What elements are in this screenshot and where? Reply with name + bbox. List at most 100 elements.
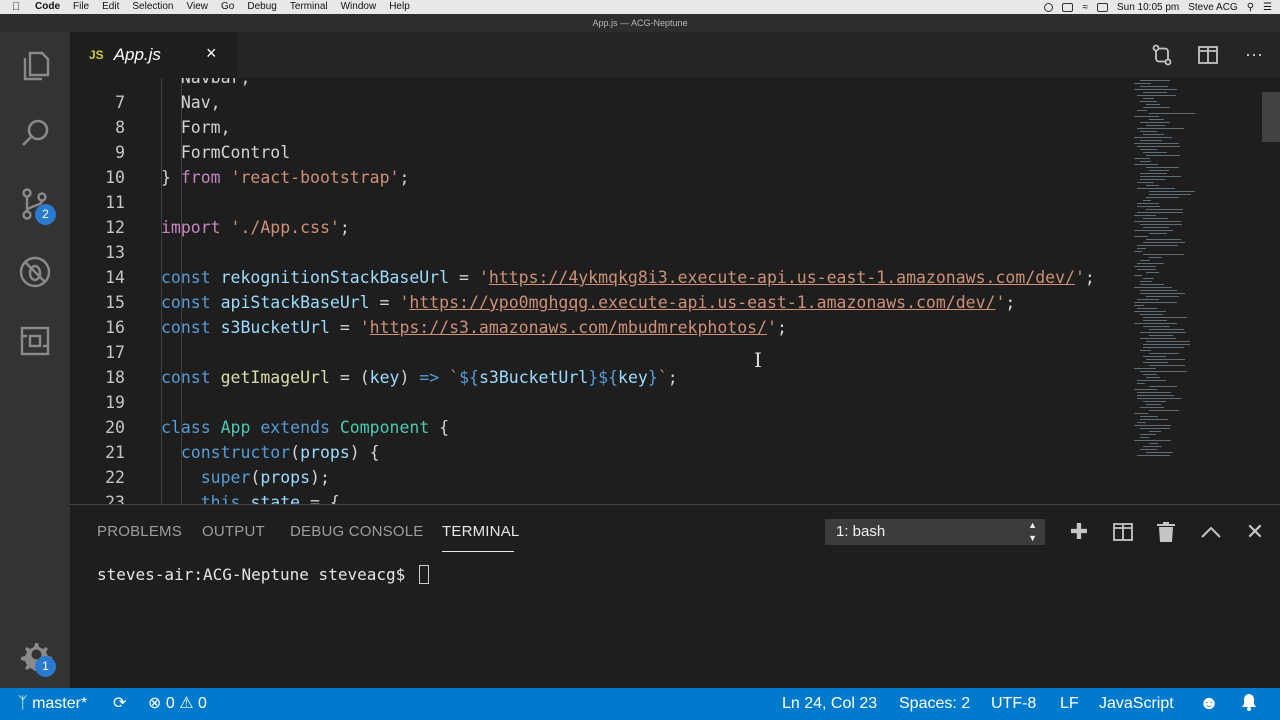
code-line[interactable]: 9 FormControl [70, 140, 1130, 165]
code-token: Nav, [161, 93, 221, 112]
eol-status[interactable]: LF [1060, 688, 1079, 720]
code-line[interactable]: 8 Form, [70, 115, 1130, 140]
minimap-line [1146, 239, 1181, 240]
code-token: 'react-bootstrap' [230, 168, 400, 187]
minimap-line [1134, 230, 1173, 231]
minimap-line [1149, 365, 1185, 366]
problems-status[interactable]: ⊗ 0 ⚠ 0 [148, 688, 207, 720]
code-line[interactable]: 23 this.state = { [70, 490, 1130, 504]
files-icon[interactable] [14, 45, 56, 87]
minimap-line [1146, 272, 1159, 273]
language-mode[interactable]: JavaScript [1099, 688, 1174, 720]
minimap-line [1134, 275, 1142, 276]
close-panel-icon[interactable]: ✕ [1242, 519, 1268, 545]
code-line[interactable]: 19 [70, 390, 1130, 415]
search-icon[interactable] [14, 113, 56, 155]
creative-cloud-icon[interactable] [1044, 2, 1054, 12]
code-token: App [220, 418, 251, 437]
split-editor-icon[interactable] [1196, 43, 1220, 67]
code-line[interactable]: 13 [70, 240, 1130, 265]
open-changes-icon[interactable] [1150, 43, 1174, 67]
spotlight-search-icon[interactable]: ⚲ [1247, 2, 1254, 13]
code-line[interactable]: 17 [70, 340, 1130, 365]
indentation-status[interactable]: Spaces: 2 [899, 688, 970, 720]
tab-terminal[interactable]: TERMINAL [442, 523, 519, 540]
code-line[interactable]: 12 import './App.css'; [70, 215, 1130, 240]
menu-debug[interactable]: Debug [247, 0, 276, 14]
battery-icon[interactable] [1096, 2, 1108, 12]
line-number: 11 [105, 193, 125, 212]
extensions-icon[interactable] [14, 320, 56, 362]
minimap-line [1143, 356, 1166, 357]
code-line[interactable]: 15 const apiStackBaseUrl = 'https://ypo0m… [70, 290, 1130, 315]
tab-debug-console[interactable]: DEBUG CONSOLE [290, 523, 423, 540]
code-line[interactable]: 14 const rekognitionStackBaseUrl = 'https… [70, 265, 1130, 290]
code-editor[interactable]: Navbar,7 Nav,8 Form,9 FormControl10} fro… [70, 78, 1280, 504]
code-line[interactable]: 11 [70, 190, 1130, 215]
line-code: const rekognitionStackBaseUrl = 'https:/… [161, 265, 1095, 290]
cursor-position[interactable]: Ln 24, Col 23 [782, 688, 877, 720]
menu-view[interactable]: View [187, 0, 209, 14]
apple-logo-icon[interactable]:  [12, 0, 26, 14]
minimap-line [1143, 347, 1184, 348]
menu-edit[interactable]: Edit [102, 0, 119, 14]
code-line[interactable]: 10} from 'react-bootstrap'; [70, 165, 1130, 190]
wifi-icon[interactable]: ≈ [1082, 2, 1088, 13]
minimap-line [1134, 311, 1166, 312]
minimap[interactable] [1130, 78, 1260, 504]
notification-center-icon[interactable]: ☰ [1263, 2, 1272, 13]
menu-code[interactable]: Code [35, 0, 60, 14]
feedback-smiley-icon[interactable]: ☻ [1199, 688, 1219, 720]
menu-help[interactable]: Help [389, 0, 410, 14]
tab-output[interactable]: OUTPUT [202, 523, 265, 540]
editor-scrollbar[interactable] [1262, 92, 1280, 142]
code-token: const [161, 368, 211, 387]
minimap-line [1140, 350, 1151, 351]
code-token: ( [290, 443, 301, 462]
notifications-bell-icon[interactable] [1240, 688, 1258, 720]
code-line[interactable]: 18 const getImageUrl = (key) => `${s3Buck… [70, 365, 1130, 390]
terminal-select[interactable]: 1: bash ▲ ▼ [825, 519, 1045, 545]
code-line[interactable]: 7 Nav, [70, 90, 1130, 115]
minimap-line [1137, 206, 1160, 207]
sync-icon[interactable]: ⟳ [113, 688, 126, 720]
minimap-line [1146, 167, 1179, 168]
terminal-prompt[interactable]: steves-air:ACG-Neptune steveacg$ [97, 565, 429, 584]
maximize-panel-icon[interactable] [1198, 519, 1224, 545]
minimap-line [1143, 446, 1162, 447]
menubar-user[interactable]: Steve ACG [1188, 2, 1237, 13]
code-line[interactable]: 20 class App extends Component { [70, 415, 1130, 440]
menu-terminal[interactable]: Terminal [290, 0, 328, 14]
line-code: } from 'react-bootstrap'; [161, 165, 409, 190]
menu-window[interactable]: Window [341, 0, 377, 14]
trash-icon[interactable] [1153, 519, 1179, 545]
tab-problems[interactable]: PROBLEMS [97, 523, 182, 540]
menu-file[interactable]: File [73, 0, 89, 14]
debug-icon[interactable] [14, 251, 56, 293]
code-line[interactable]: 16 const s3BucketUrl = 'https://s3.amazon… [70, 315, 1130, 340]
code-token: }${ [588, 368, 619, 387]
minimap-line [1140, 101, 1157, 102]
branch-status[interactable]: ᛉ master* [18, 688, 87, 720]
new-terminal-icon[interactable]: ✚ [1066, 519, 1092, 545]
tab-app-js[interactable]: JS App.js × [70, 32, 238, 78]
screen-record-icon[interactable] [1062, 2, 1074, 12]
menu-go[interactable]: Go [221, 0, 234, 14]
menu-selection[interactable]: Selection [132, 0, 173, 14]
code-line[interactable]: 22 super(props); [70, 465, 1130, 490]
code-line[interactable]: 21 constructor(props) { [70, 440, 1130, 465]
more-actions-icon[interactable]: ⋯ [1242, 43, 1266, 67]
error-count: 0 [165, 695, 175, 712]
minimap-line [1149, 329, 1184, 330]
minimap-line [1134, 83, 1151, 84]
menubar-clock[interactable]: Sun 10:05 pm [1117, 2, 1179, 13]
split-terminal-icon[interactable] [1110, 519, 1136, 545]
encoding-status[interactable]: UTF-8 [991, 688, 1036, 720]
code-token: ' [767, 318, 777, 337]
close-icon[interactable]: × [206, 43, 217, 64]
code-line[interactable]: Navbar, [70, 78, 1130, 90]
minimap-line [1134, 143, 1179, 144]
code-token: const [161, 268, 211, 287]
